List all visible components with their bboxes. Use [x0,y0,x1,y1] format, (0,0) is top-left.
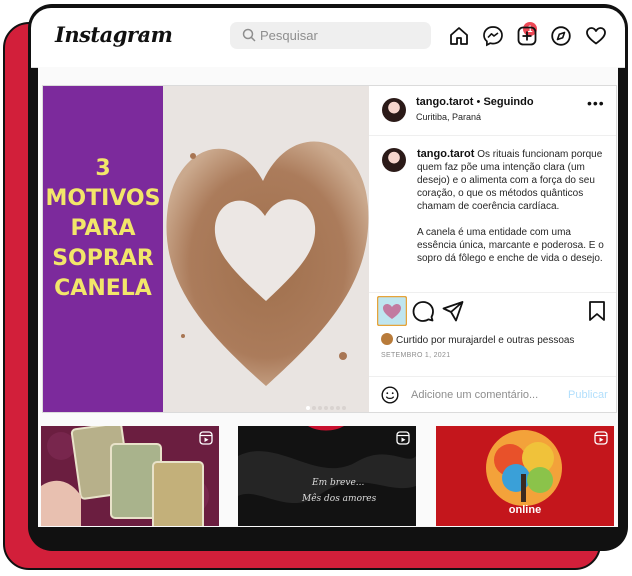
explore-icon[interactable] [550,25,572,47]
save-bookmark-icon[interactable] [585,299,609,323]
new-post-icon[interactable] [516,25,538,47]
post-header: tango.tarot • Seguindo [416,96,534,108]
liker-avatar[interactable] [381,333,393,345]
likes-summary: Curtido por murajardel e outras pessoas [381,333,574,346]
reel-icon [594,431,608,445]
more-options-icon[interactable]: ••• [587,95,605,111]
search-icon [242,28,256,42]
carousel-dot [312,406,316,410]
publish-button[interactable]: Publicar [568,389,608,401]
home-icon[interactable] [448,25,470,47]
chevron-down-icon[interactable]: ⌄ [139,26,149,40]
carousel-dots [306,397,348,412]
thumb3-label: online [508,504,542,516]
search-box[interactable] [230,22,431,49]
caption-paragraph-2: A canela é uma entidade com uma essência… [417,227,604,264]
carousel-dot [318,406,322,410]
top-navigation-bar: Instagram ⌄ 1 [31,8,625,68]
liker-username[interactable]: murajardel [448,335,495,346]
share-icon[interactable] [441,299,465,323]
black-silk-image [238,426,416,526]
reel-icon [396,431,410,445]
post-card: 3 MOTIVOS PARA SOPRAR CANELA › tango.tar… [42,85,617,413]
thumb2-caption-line1: Em breve... [312,478,365,488]
comment-input[interactable] [411,387,561,403]
post-date[interactable]: SETEMBRO 1, 2021 [381,352,450,359]
carousel-dot [324,406,328,410]
like-heart-icon[interactable] [377,296,407,326]
instagram-logo[interactable]: Instagram [55,22,173,47]
search-input[interactable] [260,26,420,45]
tarot-cards-image [41,426,219,526]
grid-thumbnail-3[interactable]: online [436,426,614,526]
following-button[interactable]: Seguindo [483,96,533,108]
header-divider [369,135,616,136]
thumb2-caption-line2: Mês dos amores [302,494,377,504]
comment-icon[interactable] [411,299,435,323]
reel-icon [199,431,213,445]
activity-heart-icon[interactable] [585,25,607,47]
liked-by-label: Curtido por [396,335,449,346]
carousel-slide-panel: 3 MOTIVOS PARA SOPRAR CANELA [43,86,163,412]
cinnamon-heart-illustration [163,86,369,412]
post-side-panel: tango.tarot • Seguindo Curitiba, Paraná … [369,86,616,412]
cinnamon-heart-image[interactable]: › [163,86,369,412]
carousel-dot [336,406,340,410]
caption-username[interactable]: tango.tarot [417,148,474,160]
carousel-dot [330,406,334,410]
caption-text: tango.tarot Os rituais funcionam porque … [417,148,613,288]
messenger-icon[interactable] [482,25,504,47]
slide-title: 3 MOTIVOS PARA SOPRAR CANELA [45,156,161,301]
comment-bar: Publicar [369,376,616,413]
header-separator: • [476,96,481,108]
caption-avatar[interactable] [382,148,406,172]
others-label[interactable]: e outras pessoas [496,335,574,346]
carousel-dot [306,406,310,410]
post-actions-bar [369,292,616,330]
grid-thumbnail-1[interactable] [41,426,219,526]
emoji-icon[interactable] [381,386,399,404]
author-username[interactable]: tango.tarot [416,96,473,108]
carousel-dot [342,406,346,410]
author-avatar[interactable] [382,98,406,122]
grid-thumbnail-2[interactable]: Em breve... Mês dos amores [238,426,416,526]
post-location[interactable]: Curitiba, Paraná [416,112,481,122]
